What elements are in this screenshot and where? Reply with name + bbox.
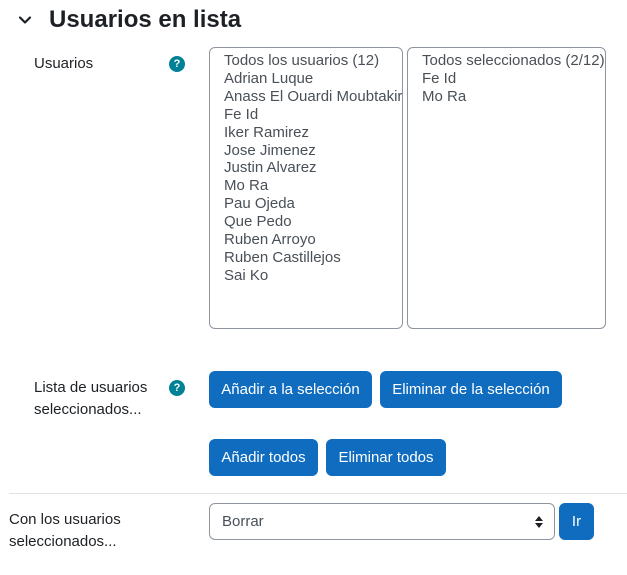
section-header: Usuarios en lista — [14, 4, 241, 36]
action-label: Con los usuarios seleccionados... — [9, 509, 121, 553]
users-label: Usuarios — [34, 55, 94, 72]
action-label-line1: Con los usuarios — [9, 511, 121, 528]
help-icon[interactable]: ? — [169, 56, 185, 72]
action-label-line2: seleccionados... — [9, 533, 117, 550]
section-title: Usuarios en lista — [49, 6, 242, 33]
selected-list-label-line2: seleccionados... — [34, 401, 142, 418]
list-option[interactable]: Fe Id — [210, 106, 402, 124]
list-option[interactable]: Fe Id — [408, 70, 605, 88]
action-select-value: Borrar — [222, 513, 264, 530]
list-option[interactable]: Ruben Castillejos — [210, 249, 402, 267]
list-option[interactable]: Jose Jimenez — [210, 142, 402, 160]
selected-list-label: Lista de usuarios seleccionados... — [34, 377, 147, 421]
list-option[interactable]: Que Pedo — [210, 213, 402, 231]
selected-users-listbox[interactable]: Todos seleccionados (2/12) Fe Id Mo Ra — [407, 47, 606, 329]
list-option[interactable]: Adrian Luque — [210, 70, 402, 88]
divider — [9, 493, 627, 494]
list-option[interactable]: Ruben Arroyo — [210, 231, 402, 249]
list-option[interactable]: Anass El Ouardi Moubtakir — [210, 88, 402, 106]
list-option[interactable]: Mo Ra — [408, 88, 605, 106]
list-option[interactable]: Pau Ojeda — [210, 195, 402, 213]
remove-all-button[interactable]: Eliminar todos — [326, 439, 446, 476]
list-option[interactable]: Todos los usuarios (12) — [210, 52, 402, 70]
remove-selection-button[interactable]: Eliminar de la selección — [380, 371, 562, 408]
available-users-listbox[interactable]: Todos los usuarios (12) Adrian Luque Anass… — [209, 47, 403, 329]
sort-arrows-icon — [534, 515, 544, 533]
go-button[interactable]: Ir — [559, 503, 594, 540]
list-option[interactable]: Todos seleccionados (2/12) — [408, 52, 605, 70]
action-select[interactable]: Borrar — [209, 503, 555, 540]
help-icon[interactable]: ? — [169, 380, 185, 396]
add-all-button[interactable]: Añadir todos — [209, 439, 318, 476]
chevron-down-icon[interactable] — [14, 9, 36, 31]
selected-list-label-line1: Lista de usuarios — [34, 379, 148, 396]
list-option[interactable]: Mo Ra — [210, 177, 402, 195]
list-option[interactable]: Iker Ramirez — [210, 124, 402, 142]
list-option[interactable]: Sai Ko — [210, 267, 402, 285]
add-selection-button[interactable]: Añadir a la selección — [209, 371, 372, 408]
list-option[interactable]: Justin Alvarez — [210, 159, 402, 177]
